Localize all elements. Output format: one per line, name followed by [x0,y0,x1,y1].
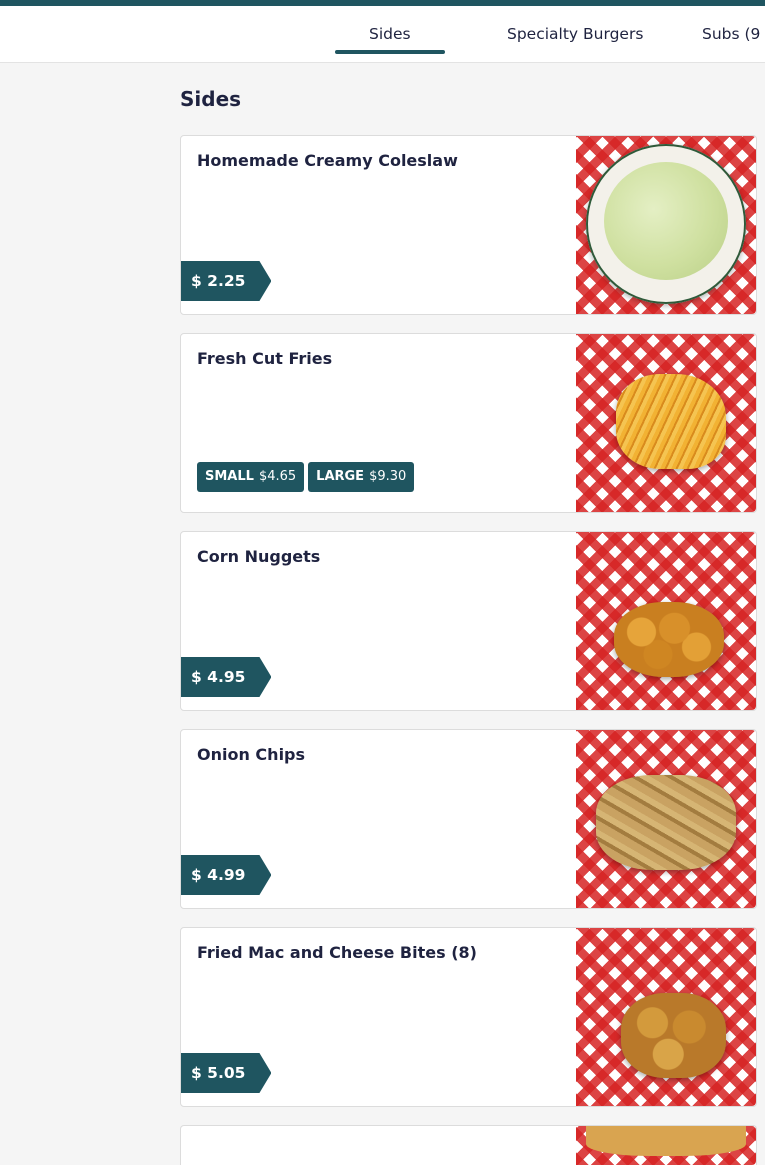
menu-item-mac-cheese-bites[interactable]: Fried Mac and Cheese Bites (8) $ 5.05 [180,927,757,1107]
mac-cheese-bites [621,993,726,1078]
price-tag: $ 4.99 [181,855,271,895]
corn-nuggets [614,602,724,677]
item-name: Corn Nuggets [197,547,321,566]
menu-item-next[interactable] [180,1125,757,1165]
size-label: LARGE [316,469,365,484]
onion-chips [596,775,736,870]
price-tag: $ 4.95 [181,657,271,697]
size-price: $9.30 [369,469,407,484]
size-label: SMALL [205,469,254,484]
menu-item-onion-chips[interactable]: Onion Chips $ 4.99 [180,729,757,909]
corn-nuggets-photo [576,532,756,710]
tab-sides[interactable]: Sides [335,6,444,62]
menu-item-list: Homemade Creamy Coleslaw $ 2.25 Fresh Cu… [180,135,757,1165]
food [586,1126,746,1156]
menu-item-fries[interactable]: Fresh Cut Fries SMALL $4.65 LARGE $9.30 [180,333,757,513]
coleslaw-photo [576,136,756,314]
price-tag: $ 5.05 [181,1053,271,1093]
size-price: $4.65 [258,469,297,484]
tab-specialty-burgers[interactable]: Specialty Burgers [507,6,643,62]
size-options: SMALL $4.65 LARGE $9.30 [197,462,415,492]
fries-photo [576,334,756,512]
onion-chips-photo [576,730,756,908]
category-tabs: Sides Specialty Burgers Subs (9 [0,6,765,63]
next-item-photo [576,1126,756,1165]
item-name: Homemade Creamy Coleslaw [197,151,458,170]
menu-item-corn-nuggets[interactable]: Corn Nuggets $ 4.95 [180,531,757,711]
size-option-large[interactable]: LARGE $9.30 [308,462,415,492]
tab-subs[interactable]: Subs (9 [702,6,760,62]
item-name: Fresh Cut Fries [197,349,333,368]
price-tag: $ 2.25 [181,261,271,301]
mac-cheese-bites-photo [576,928,756,1106]
coleslaw [604,162,728,280]
menu-item-coleslaw[interactable]: Homemade Creamy Coleslaw $ 2.25 [180,135,757,315]
item-name: Onion Chips [197,745,306,764]
section-title: Sides [180,87,242,111]
item-name: Fried Mac and Cheese Bites (8) [197,943,477,962]
fries [616,374,726,469]
size-option-small[interactable]: SMALL $4.65 [197,462,305,492]
